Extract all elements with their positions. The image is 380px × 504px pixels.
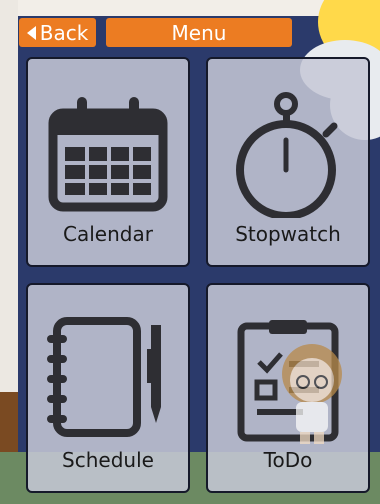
page-title: Menu (106, 18, 292, 47)
notebook-icon (28, 305, 188, 455)
calendar-tile[interactable]: Calendar (26, 57, 190, 267)
calendar-icon (28, 79, 188, 229)
stopwatch-label: Stopwatch (235, 222, 341, 246)
back-arrow-icon (26, 25, 36, 40)
todo-label: ToDo (263, 448, 313, 472)
back-button[interactable]: Back (19, 18, 96, 47)
schedule-label: Schedule (62, 448, 154, 472)
character-sprite (272, 338, 352, 446)
back-label: Back (39, 20, 89, 45)
stopwatch-tile[interactable]: Stopwatch (206, 57, 370, 267)
stopwatch-icon (208, 79, 368, 229)
schedule-tile[interactable]: Schedule (26, 283, 190, 493)
calendar-label: Calendar (63, 222, 153, 246)
